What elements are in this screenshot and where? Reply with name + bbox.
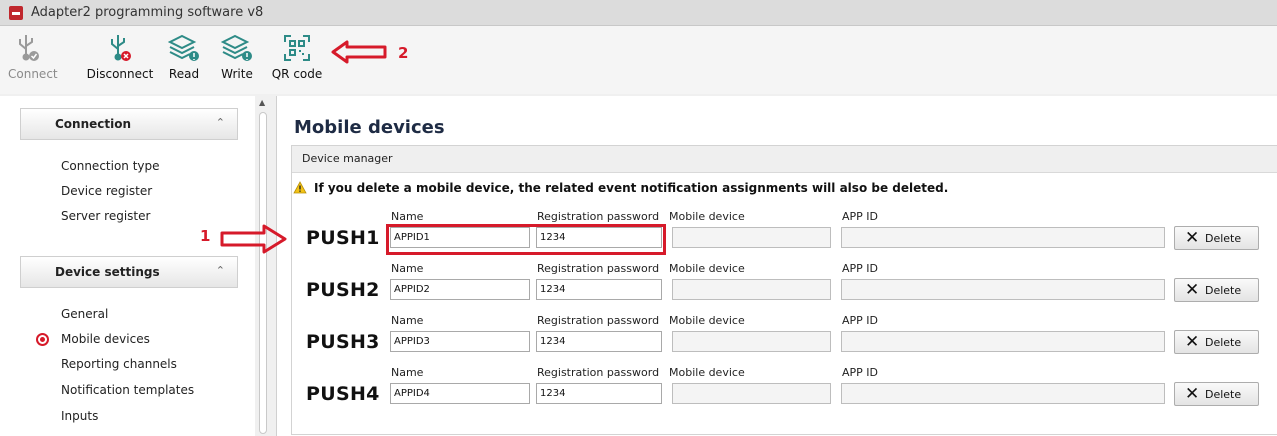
- write-label: Write: [221, 67, 253, 81]
- close-icon: ✕: [1185, 228, 1200, 248]
- push-label: PUSH2: [306, 279, 380, 301]
- layers-write-icon: [217, 30, 257, 66]
- title-bar: Adapter2 programming software v8: [0, 0, 1277, 26]
- delete-label: Delete: [1205, 232, 1242, 245]
- close-icon: ✕: [1185, 280, 1200, 300]
- delete-label: Delete: [1205, 284, 1242, 297]
- column-header-app-id: APP ID: [842, 314, 879, 327]
- qr-code-button[interactable]: QR code: [271, 30, 323, 81]
- column-header-mobile-device: Mobile device: [669, 262, 745, 275]
- layers-read-icon: [164, 30, 204, 66]
- sidebar-item-inputs[interactable]: Inputs: [61, 409, 98, 423]
- sidebar: Connection ⌃ Connection type Device regi…: [0, 96, 255, 436]
- sidebar-scrollbar[interactable]: ▲: [256, 96, 270, 436]
- push-label: PUSH4: [306, 383, 380, 405]
- app-logo-icon: [9, 6, 23, 20]
- sidebar-item-reporting-channels[interactable]: Reporting channels: [61, 357, 177, 371]
- read-label: Read: [168, 67, 200, 81]
- sidebar-item-mobile-devices[interactable]: Mobile devices: [61, 332, 150, 346]
- device-row-push2: Name Registration password Mobile device…: [277, 262, 1277, 310]
- annotation-number-1: 1: [200, 227, 211, 245]
- close-icon: ✕: [1185, 332, 1200, 352]
- scrollbar-thumb[interactable]: [259, 112, 267, 434]
- warning-message: If you delete a mobile device, the relat…: [293, 181, 948, 195]
- sidebar-item-general[interactable]: General: [61, 307, 108, 321]
- group-title: Device settings: [55, 265, 160, 279]
- name-field[interactable]: APPID3: [390, 331, 530, 352]
- annotation-highlight-box: [386, 224, 666, 255]
- read-button[interactable]: Read: [164, 30, 204, 81]
- panel-header: Device manager: [292, 146, 1277, 173]
- write-button[interactable]: Write: [217, 30, 257, 81]
- app-id-field: [841, 383, 1165, 404]
- group-header-device-settings[interactable]: Device settings ⌃: [20, 256, 238, 288]
- sidebar-item-notification-templates[interactable]: Notification templates: [61, 383, 194, 397]
- column-header-password: Registration password: [537, 314, 660, 327]
- push-label: PUSH3: [306, 331, 380, 353]
- main-content: Mobile devices Device manager If you del…: [276, 96, 1277, 436]
- column-header-password: Registration password: [537, 366, 660, 379]
- group-title: Connection: [55, 117, 132, 131]
- column-header-mobile-device: Mobile device: [669, 314, 745, 327]
- app-id-field: [841, 331, 1165, 352]
- column-header-name: Name: [391, 366, 424, 379]
- delete-button[interactable]: ✕ Delete: [1174, 330, 1259, 354]
- column-header-name: Name: [391, 210, 424, 223]
- name-field[interactable]: APPID4: [390, 383, 530, 404]
- delete-label: Delete: [1205, 336, 1242, 349]
- group-header-connection[interactable]: Connection ⌃: [20, 108, 238, 140]
- device-row-push4: Name Registration password Mobile device…: [277, 366, 1277, 414]
- warning-text: If you delete a mobile device, the relat…: [314, 181, 949, 195]
- mobile-device-field: [672, 279, 831, 300]
- panel-title: Device manager: [302, 152, 393, 165]
- sidebar-item-server-register[interactable]: Server register: [61, 209, 150, 223]
- password-field[interactable]: 1234: [536, 331, 662, 352]
- connect-label: Connect: [8, 67, 58, 81]
- sidebar-item-device-register[interactable]: Device register: [61, 184, 152, 198]
- app-id-field: [841, 279, 1165, 300]
- column-header-app-id: APP ID: [842, 262, 879, 275]
- column-header-name: Name: [391, 314, 424, 327]
- disconnect-button[interactable]: Disconnect: [82, 30, 158, 81]
- delete-button[interactable]: ✕ Delete: [1174, 382, 1259, 406]
- toolbar: Connect Disconnect Read Write QR code: [0, 26, 1277, 94]
- column-header-app-id: APP ID: [842, 366, 879, 379]
- column-header-mobile-device: Mobile device: [669, 366, 745, 379]
- password-field[interactable]: 1234: [536, 383, 662, 404]
- delete-button[interactable]: ✕ Delete: [1174, 278, 1259, 302]
- app-id-field: [841, 227, 1165, 248]
- push-label: PUSH1: [306, 227, 380, 249]
- device-row-push3: Name Registration password Mobile device…: [277, 314, 1277, 362]
- column-header-app-id: APP ID: [842, 210, 879, 223]
- close-icon: ✕: [1185, 384, 1200, 404]
- chevron-up-icon[interactable]: ⌃: [216, 264, 225, 277]
- chevron-up-icon[interactable]: ⌃: [216, 116, 225, 129]
- delete-label: Delete: [1205, 388, 1242, 401]
- name-field[interactable]: APPID2: [390, 279, 530, 300]
- column-header-password: Registration password: [537, 210, 660, 223]
- sidebar-item-connection-type[interactable]: Connection type: [61, 159, 160, 173]
- annotation-arrow-2: [331, 40, 387, 64]
- delete-button[interactable]: ✕ Delete: [1174, 226, 1259, 250]
- mobile-device-field: [672, 331, 831, 352]
- window-title: Adapter2 programming software v8: [31, 5, 264, 20]
- column-header-password: Registration password: [537, 262, 660, 275]
- disconnect-label: Disconnect: [86, 67, 154, 81]
- selected-radio-icon: [36, 333, 49, 346]
- connect-button[interactable]: Connect: [8, 30, 58, 81]
- page-title: Mobile devices: [294, 117, 445, 138]
- usb-connect-icon: [8, 30, 48, 66]
- column-header-name: Name: [391, 262, 424, 275]
- warning-icon: [293, 181, 307, 194]
- password-field[interactable]: 1234: [536, 279, 662, 300]
- scroll-up-icon[interactable]: ▲: [259, 98, 265, 107]
- mobile-device-field: [672, 383, 831, 404]
- annotation-arrow-1: [220, 224, 287, 254]
- column-header-mobile-device: Mobile device: [669, 210, 745, 223]
- mobile-device-field: [672, 227, 831, 248]
- usb-disconnect-icon: [82, 30, 158, 66]
- qr-code-label: QR code: [271, 67, 323, 81]
- qr-code-icon: [271, 30, 323, 66]
- annotation-number-2: 2: [398, 44, 409, 62]
